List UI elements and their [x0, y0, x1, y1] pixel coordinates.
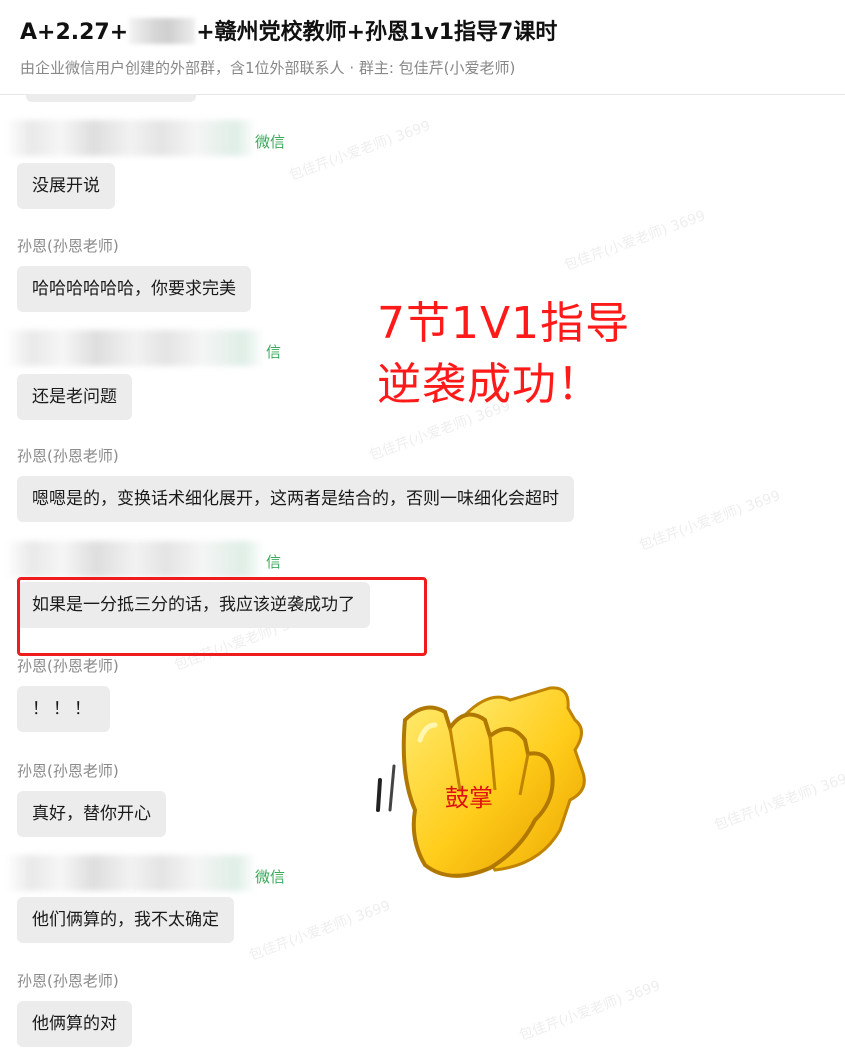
sender-wechat-tag: 微信	[255, 868, 286, 886]
sender-name: 孙恩(孙恩老师)	[17, 762, 119, 780]
watermark: 包佳芹(小爱老师) 3699	[712, 767, 845, 834]
blurred-sender-name	[6, 855, 256, 891]
svg-text:鼓掌: 鼓掌	[445, 784, 493, 812]
highlight-box	[17, 577, 427, 656]
watermark: 包佳芹(小爱老师) 3699	[562, 207, 708, 274]
watermark: 包佳芹(小爱老师) 3699	[517, 977, 663, 1044]
blurred-sender-name	[6, 330, 264, 366]
message-bubble[interactable]: 还是老问题	[17, 374, 132, 420]
clapping-hands-sticker: 鼓掌	[370, 680, 590, 890]
sender-name: 孙恩(孙恩老师)	[17, 447, 119, 465]
message-bubble[interactable]: 哈哈哈哈哈哈，你要求完美	[17, 266, 251, 312]
blurred-sender-name	[6, 120, 256, 156]
sender-wechat-tag: 信	[266, 343, 282, 361]
sender-name: 孙恩(孙恩老师)	[17, 237, 119, 255]
chat-subtitle: 由企业微信用户创建的外部群，含1位外部联系人 · 群主: 包佳芹(小爱老师)	[20, 59, 516, 77]
message-bubble[interactable]: 没展开说	[17, 163, 115, 209]
sender-wechat-tag: 微信	[255, 133, 286, 151]
watermark: 包佳芹(小爱老师) 3699	[247, 897, 393, 964]
annotation-line-2: 逆袭成功！	[377, 359, 602, 410]
message-bubble[interactable]: 真好，替你开心	[17, 791, 166, 837]
chat-title: A+2.27+ +赣州党校教师+孙恩1v1指导7课时	[20, 18, 558, 45]
chat-header: A+2.27+ +赣州党校教师+孙恩1v1指导7课时 由企业微信用户创建的外部群，…	[0, 0, 845, 95]
previous-message-fragment	[26, 94, 196, 102]
message-bubble[interactable]: 他俩算的对	[17, 1001, 132, 1047]
blurred-sender-name	[6, 541, 264, 577]
message-bubble[interactable]: 嗯嗯是的，变换话术细化展开，这两者是结合的，否则一味细化会超时	[17, 476, 574, 522]
watermark: 包佳芹(小爱老师) 3699	[637, 487, 783, 554]
sender-name: 孙恩(孙恩老师)	[17, 972, 119, 990]
annotation-line-1: 7节1V1指导	[377, 298, 631, 349]
blurred-name	[129, 18, 196, 44]
watermark: 包佳芹(小爱老师) 3699	[287, 117, 433, 184]
sender-name: 孙恩(孙恩老师)	[17, 657, 119, 675]
message-bubble[interactable]: 他们俩算的，我不太确定	[17, 897, 234, 943]
message-bubble[interactable]: ！！！	[17, 686, 110, 732]
clap-icon: 鼓掌	[376, 686, 586, 878]
sender-wechat-tag: 信	[266, 553, 282, 571]
